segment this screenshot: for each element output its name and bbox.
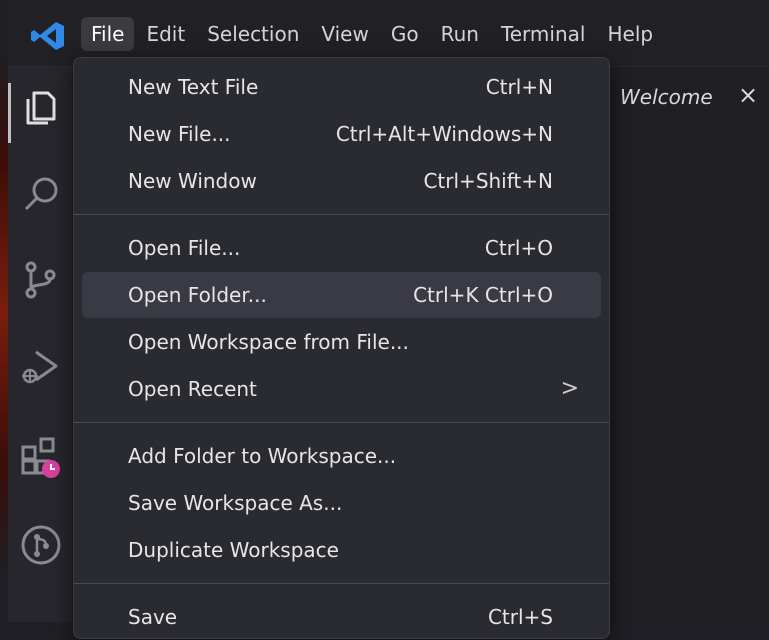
menu-item-label: Open Recent bbox=[128, 377, 257, 401]
source-control-icon[interactable] bbox=[18, 257, 64, 303]
menu-item-open-workspace-from-file[interactable]: Open Workspace from File... bbox=[82, 319, 601, 365]
menu-item-label: Duplicate Workspace bbox=[128, 538, 339, 562]
menu-item-shortcut: Ctrl+N bbox=[485, 75, 553, 99]
activity-bar bbox=[8, 67, 72, 622]
menu-item-duplicate-workspace[interactable]: Duplicate Workspace bbox=[82, 527, 601, 573]
menu-item-new-text-file[interactable]: New Text File Ctrl+N bbox=[82, 64, 601, 110]
tab-label: Welcome bbox=[620, 85, 713, 109]
tab-welcome[interactable]: Welcome × bbox=[606, 67, 769, 129]
menu-item-open-recent[interactable]: Open Recent > bbox=[82, 366, 601, 412]
menu-item-shortcut: Ctrl+K Ctrl+O bbox=[413, 283, 553, 307]
menu-selection[interactable]: Selection bbox=[197, 17, 309, 51]
menu-item-label: New File... bbox=[128, 122, 231, 146]
git-graph-icon[interactable] bbox=[18, 522, 64, 568]
menu-view[interactable]: View bbox=[311, 17, 378, 51]
menu-item-label: Add Folder to Workspace... bbox=[128, 444, 397, 468]
menu-item-save-workspace-as[interactable]: Save Workspace As... bbox=[82, 480, 601, 526]
menu-run[interactable]: Run bbox=[431, 17, 489, 51]
vscode-logo-icon bbox=[31, 22, 64, 50]
menu-item-shortcut: Ctrl+Alt+Windows+N bbox=[335, 122, 553, 146]
menu-separator bbox=[74, 422, 609, 423]
menu-separator bbox=[74, 583, 609, 584]
menu-item-label: Save bbox=[128, 605, 178, 629]
menu-item-label: Open Folder... bbox=[128, 283, 267, 307]
menu-item-label: New Window bbox=[128, 169, 257, 193]
menu-item-new-file[interactable]: New File... Ctrl+Alt+Windows+N bbox=[82, 111, 601, 157]
close-icon[interactable]: × bbox=[738, 81, 758, 109]
file-menu-dropdown: New Text File Ctrl+N New File... Ctrl+Alt+W… bbox=[73, 57, 610, 639]
menu-item-label: Open Workspace from File... bbox=[128, 330, 409, 354]
menu-go[interactable]: Go bbox=[381, 17, 429, 51]
menu-file[interactable]: File bbox=[81, 17, 135, 51]
search-icon[interactable] bbox=[18, 171, 64, 217]
menu-item-shortcut: Ctrl+S bbox=[487, 605, 553, 629]
active-indicator bbox=[8, 83, 11, 143]
menu-help[interactable]: Help bbox=[597, 17, 663, 51]
menu-item-label: Open File... bbox=[128, 236, 241, 260]
menu-item-open-folder[interactable]: Open Folder... Ctrl+K Ctrl+O bbox=[82, 272, 601, 318]
menu-item-save[interactable]: Save Ctrl+S bbox=[82, 594, 601, 640]
menu-bar: File Edit Selection View Go Run Terminal Help bbox=[81, 17, 663, 51]
chevron-right-icon: > bbox=[560, 376, 579, 401]
run-debug-icon[interactable] bbox=[18, 344, 64, 390]
extensions-icon[interactable] bbox=[18, 433, 64, 479]
menu-item-label: New Text File bbox=[128, 75, 259, 99]
menu-separator bbox=[74, 214, 609, 215]
menu-item-new-window[interactable]: New Window Ctrl+Shift+N bbox=[82, 158, 601, 204]
menu-item-shortcut: Ctrl+O bbox=[484, 236, 553, 260]
menu-terminal[interactable]: Terminal bbox=[491, 17, 596, 51]
menu-item-add-folder-to-workspace[interactable]: Add Folder to Workspace... bbox=[82, 433, 601, 479]
menu-item-open-file[interactable]: Open File... Ctrl+O bbox=[82, 225, 601, 271]
explorer-icon[interactable] bbox=[18, 85, 64, 131]
menu-edit[interactable]: Edit bbox=[136, 17, 195, 51]
menu-item-label: Save Workspace As... bbox=[128, 491, 343, 515]
menu-item-shortcut: Ctrl+Shift+N bbox=[423, 169, 553, 193]
